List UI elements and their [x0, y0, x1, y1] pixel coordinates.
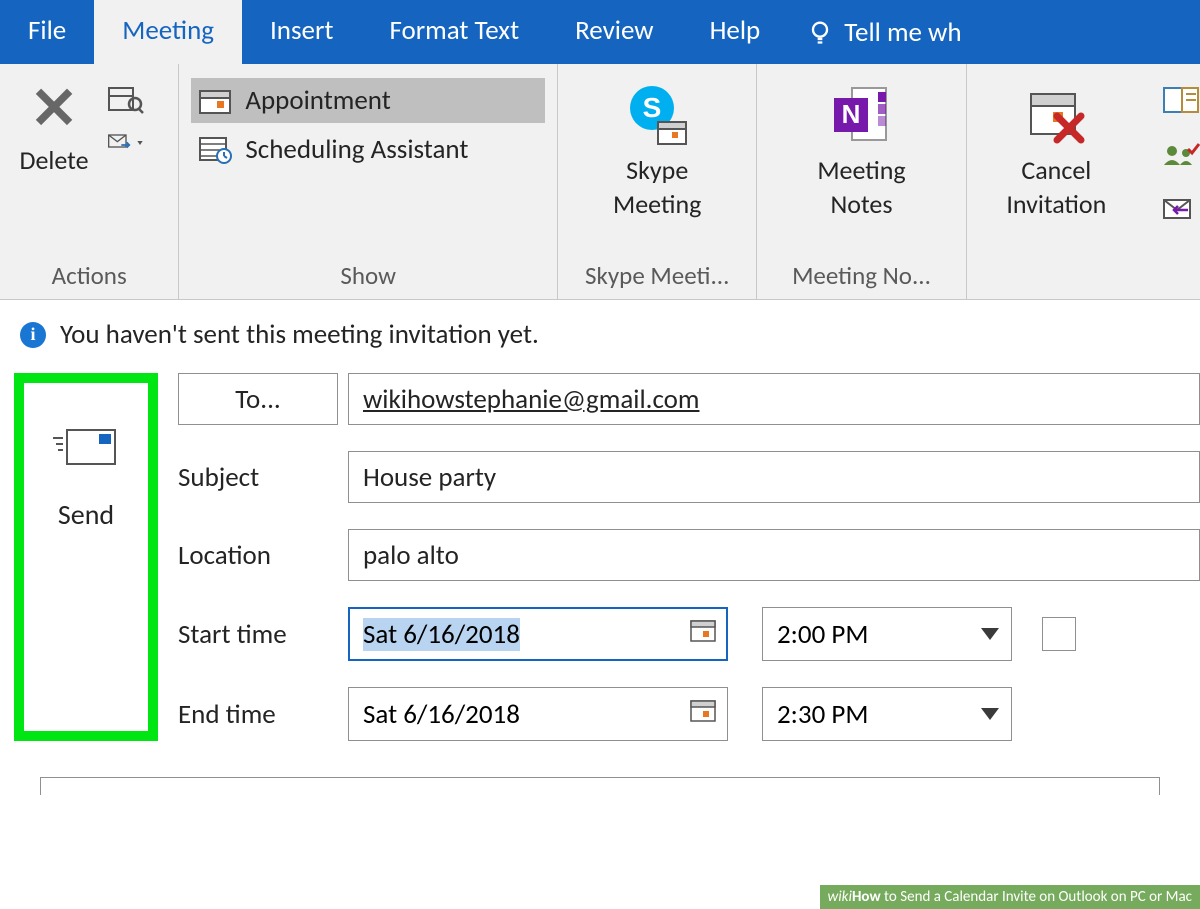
tab-help[interactable]: Help: [682, 0, 789, 64]
end-time-picker[interactable]: 2:30 PM: [762, 687, 1012, 741]
location-label: Location: [178, 539, 348, 572]
cancel-invitation-button[interactable]: Cancel Invitation: [967, 72, 1146, 254]
calendar-trigger-icon[interactable]: [689, 617, 717, 651]
ribbon-group-notes: N Meeting Notes Meeting No...: [757, 64, 966, 299]
send-label: Send: [58, 497, 114, 532]
response-options-icon[interactable]: [1162, 196, 1200, 229]
onenote-icon: N: [826, 76, 896, 154]
skype-meeting-button[interactable]: S Skype Meeting: [558, 72, 756, 254]
to-row: To... wikihowstephanie@gmail.com: [178, 373, 1200, 425]
delete-label: Delete: [19, 144, 88, 176]
watermark: wikiHow to Send a Calendar Invite on Out…: [820, 885, 1200, 909]
skype-label: Skype Meeting: [613, 154, 701, 222]
end-time-label: End time: [178, 698, 348, 731]
send-highlight: Send: [14, 373, 158, 741]
meeting-notes-button[interactable]: N Meeting Notes: [757, 72, 965, 254]
to-input[interactable]: wikihowstephanie@gmail.com: [348, 373, 1200, 425]
send-envelope-icon: [51, 426, 121, 475]
info-icon: i: [20, 322, 46, 348]
skype-icon: S: [622, 76, 692, 154]
ribbon-group-cancel: Cancel Invitation: [967, 64, 1146, 299]
start-time-picker[interactable]: 2:00 PM: [762, 607, 1012, 661]
subject-input[interactable]: House party: [348, 451, 1200, 503]
cancel-label: Cancel Invitation: [1006, 154, 1106, 222]
tab-review[interactable]: Review: [547, 0, 681, 64]
end-date-value: Sat 6/16/2018: [363, 698, 520, 731]
location-input[interactable]: palo alto: [348, 529, 1200, 581]
tell-me-label: Tell me wh: [844, 16, 961, 49]
start-date-value: Sat 6/16/2018: [363, 618, 520, 651]
svg-text:N: N: [842, 99, 861, 129]
calendar-trigger-icon[interactable]: [689, 697, 717, 731]
cancel-calendar-icon: [1021, 76, 1091, 154]
group-label-skype: Skype Meeti...: [558, 254, 756, 299]
appointment-label: Appointment: [245, 84, 390, 117]
ribbon-group-show: Appointment Scheduling Assistant Show: [179, 64, 558, 299]
check-names-icon[interactable]: [1162, 141, 1200, 174]
meeting-form: Send To... wikihowstephanie@gmail.com Su…: [0, 359, 1200, 741]
calendar-appointment-icon: [199, 87, 233, 115]
start-date-picker[interactable]: Sat 6/16/2018: [348, 607, 728, 661]
to-button[interactable]: To...: [178, 373, 338, 425]
appointment-button[interactable]: Appointment: [191, 78, 545, 123]
group-label-cancel: [967, 254, 1146, 299]
group-label-actions: Actions: [0, 254, 178, 299]
ribbon-group-actions: ✕ Delete Actions: [0, 64, 179, 299]
tab-file[interactable]: File: [0, 0, 94, 64]
end-time-value: 2:30 PM: [777, 698, 868, 731]
send-button[interactable]: Send: [25, 384, 147, 574]
forward-icon[interactable]: [108, 128, 144, 158]
calendar-search-icon[interactable]: [108, 84, 144, 114]
group-label-notes: Meeting No...: [757, 254, 965, 299]
scheduling-icon: [199, 136, 233, 164]
ribbon-group-extra: [1146, 64, 1200, 299]
meeting-body-input[interactable]: [40, 777, 1160, 795]
group-label-show: Show: [179, 254, 557, 299]
delete-x-icon: ✕: [30, 80, 79, 138]
start-time-label: Start time: [178, 618, 348, 651]
ribbon: ✕ Delete Actions Appointment: [0, 64, 1200, 300]
info-bar: i You haven't sent this meeting invitati…: [0, 300, 1200, 359]
delete-button[interactable]: ✕ Delete: [4, 76, 104, 180]
end-date-picker[interactable]: Sat 6/16/2018: [348, 687, 728, 741]
chevron-down-icon: [981, 708, 999, 720]
tab-meeting[interactable]: Meeting: [94, 0, 242, 64]
all-day-checkbox[interactable]: [1042, 617, 1076, 651]
notes-label: Meeting Notes: [817, 154, 905, 222]
end-time-row: End time Sat 6/16/2018 2:30 PM: [178, 687, 1200, 741]
tell-me-search[interactable]: Tell me wh: [788, 0, 961, 64]
svg-text:S: S: [643, 92, 662, 123]
location-row: Location palo alto: [178, 529, 1200, 581]
tab-format-text[interactable]: Format Text: [361, 0, 547, 64]
info-text: You haven't sent this meeting invitation…: [60, 318, 539, 351]
lightbulb-icon: [806, 18, 834, 46]
scheduling-label: Scheduling Assistant: [245, 133, 468, 166]
ribbon-group-skype: S Skype Meeting Skype Meeti...: [558, 64, 757, 299]
tab-insert[interactable]: Insert: [242, 0, 361, 64]
subject-row: Subject House party: [178, 451, 1200, 503]
address-book-icon[interactable]: [1162, 86, 1200, 119]
start-time-value: 2:00 PM: [777, 618, 868, 651]
chevron-down-icon: [981, 628, 999, 640]
ribbon-tabs: File Meeting Insert Format Text Review H…: [0, 0, 1200, 64]
start-time-row: Start time Sat 6/16/2018 2:00 PM: [178, 607, 1200, 661]
subject-label: Subject: [178, 461, 348, 494]
scheduling-assistant-button[interactable]: Scheduling Assistant: [191, 127, 545, 172]
